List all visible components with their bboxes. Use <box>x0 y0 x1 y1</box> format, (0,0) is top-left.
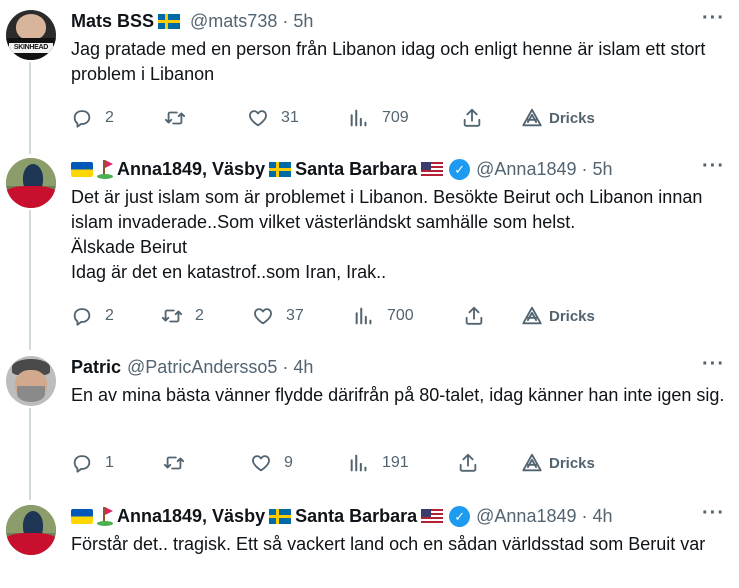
more-icon[interactable]: ··· <box>702 503 725 523</box>
like-count: 31 <box>281 109 299 126</box>
more-icon[interactable]: ··· <box>702 354 725 374</box>
share-button[interactable] <box>463 304 485 328</box>
tweet[interactable]: Anna1849, Väsby Santa Barbara ✓ @Anna184… <box>0 156 739 338</box>
like-button[interactable]: 37 <box>252 304 304 328</box>
timestamp[interactable]: 4h <box>593 506 613 527</box>
tip-button[interactable]: Dricks <box>521 451 595 475</box>
like-icon <box>249 110 267 127</box>
views-count: 191 <box>382 454 409 471</box>
golf-flag-icon <box>97 159 115 179</box>
tip-button[interactable]: Dricks <box>521 304 595 328</box>
author-name-suffix[interactable]: Santa Barbara <box>295 159 417 180</box>
tweet-text: En av mina bästa vänner flydde därifrån … <box>71 385 725 405</box>
like-icon <box>254 308 272 325</box>
like-icon <box>252 455 270 472</box>
like-count: 9 <box>284 454 293 471</box>
sweden-flag-icon <box>158 13 181 29</box>
separator-dot: · <box>581 158 588 179</box>
reply-button[interactable]: 1 <box>71 451 114 475</box>
timestamp[interactable]: 5h <box>293 11 313 32</box>
avatar[interactable]: SKINHEAD <box>6 10 56 60</box>
share-icon <box>459 453 477 472</box>
reply-count: 1 <box>105 454 114 471</box>
tip-label: Dricks <box>549 109 595 127</box>
share-icon <box>465 306 483 325</box>
reply-button[interactable]: 2 <box>71 304 114 328</box>
tip-button[interactable]: Dricks <box>521 106 595 130</box>
reply-icon <box>73 308 91 326</box>
author-name[interactable]: Anna1849, Väsby <box>117 506 265 527</box>
repost-button[interactable] <box>163 451 197 475</box>
views-count: 700 <box>387 307 414 324</box>
tweet[interactable]: SKINHEAD Mats BSS @mats738 · 5h ··· Jag … <box>0 8 739 145</box>
sweden-flag-icon <box>269 161 292 177</box>
author-name[interactable]: Patric <box>71 357 121 378</box>
reply-button[interactable]: 2 <box>71 106 114 130</box>
verified-icon: ✓ <box>449 505 471 527</box>
repost-button[interactable] <box>164 106 198 130</box>
author-handle[interactable]: @Anna1849 <box>476 159 576 180</box>
repost-count: 2 <box>195 307 204 324</box>
tip-label: Dricks <box>549 454 595 472</box>
views-icon <box>350 454 367 472</box>
verified-icon: ✓ <box>449 158 471 180</box>
views-button[interactable]: 700 <box>353 304 414 328</box>
golf-flag-icon <box>97 506 115 526</box>
tip-icon <box>522 108 542 127</box>
reply-count: 2 <box>105 307 114 324</box>
avatar[interactable] <box>6 158 56 208</box>
views-button[interactable]: 191 <box>348 451 409 475</box>
tweet-text: Det är just islam som är problemet i Lib… <box>71 187 703 282</box>
repost-button[interactable]: 2 <box>161 304 204 328</box>
reply-icon <box>73 110 91 128</box>
like-count: 37 <box>286 307 304 324</box>
avatar-logo-text: SKINHEAD <box>9 43 53 53</box>
author-handle[interactable]: @PatricAndersso5 <box>127 357 277 378</box>
reply-count: 2 <box>105 109 114 126</box>
ukraine-flag-icon <box>71 161 93 177</box>
views-icon <box>355 307 372 325</box>
more-icon[interactable]: ··· <box>702 156 725 176</box>
tweet[interactable]: Anna1849, Väsby Santa Barbara ✓ @Anna184… <box>0 503 739 588</box>
reply-icon <box>73 455 91 473</box>
separator-dot: · <box>282 10 289 31</box>
like-button[interactable]: 9 <box>250 451 293 475</box>
avatar[interactable] <box>6 505 56 555</box>
tip-icon <box>522 453 542 472</box>
timestamp[interactable]: 5h <box>593 159 613 180</box>
share-button[interactable] <box>461 106 483 130</box>
author-name[interactable]: Anna1849, Väsby <box>117 159 265 180</box>
separator-dot: · <box>581 505 588 526</box>
ukraine-flag-icon <box>71 508 93 524</box>
tweet-text: Förstår det.. tragisk. Ett så vackert la… <box>71 534 706 554</box>
author-handle[interactable]: @mats738 <box>190 11 277 32</box>
repost-icon <box>164 111 186 125</box>
author-name[interactable]: Mats BSS <box>71 11 154 32</box>
share-button[interactable] <box>457 451 479 475</box>
separator-dot: · <box>282 356 289 377</box>
views-count: 709 <box>382 109 409 126</box>
us-flag-icon <box>421 161 444 177</box>
author-handle[interactable]: @Anna1849 <box>476 506 576 527</box>
like-button[interactable]: 31 <box>247 106 299 130</box>
sweden-flag-icon <box>269 508 292 524</box>
tweet-text: Jag pratade med en person från Libanon i… <box>71 39 706 84</box>
tip-label: Dricks <box>549 307 595 325</box>
author-name-suffix[interactable]: Santa Barbara <box>295 506 417 527</box>
views-button[interactable]: 709 <box>348 106 409 130</box>
us-flag-icon <box>421 508 444 524</box>
repost-icon <box>163 456 185 470</box>
more-icon[interactable]: ··· <box>702 8 725 28</box>
tweet[interactable]: Patric @PatricAndersso5 · 4h ··· En av m… <box>0 354 739 486</box>
repost-icon <box>161 309 183 323</box>
timestamp[interactable]: 4h <box>293 357 313 378</box>
share-icon <box>463 108 481 127</box>
tip-icon <box>522 306 542 325</box>
views-icon <box>350 109 367 127</box>
avatar[interactable] <box>6 356 56 406</box>
